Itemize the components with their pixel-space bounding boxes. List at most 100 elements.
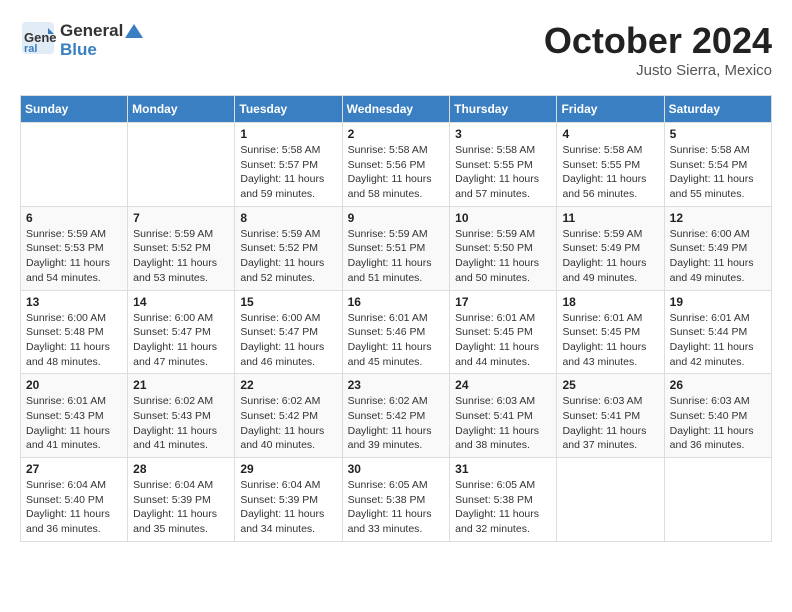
- calendar-cell: 20 Sunrise: 6:01 AM Sunset: 5:43 PM Dayli…: [21, 374, 128, 458]
- day-number: 4: [562, 127, 658, 141]
- day-number: 14: [133, 295, 229, 309]
- calendar-cell: 30 Sunrise: 6:05 AM Sunset: 5:38 PM Dayli…: [342, 458, 450, 542]
- day-number: 6: [26, 211, 122, 225]
- calendar-cell: 6 Sunrise: 5:59 AM Sunset: 5:53 PM Daylig…: [21, 206, 128, 290]
- day-number: 11: [562, 211, 658, 225]
- cell-sun-info: Sunrise: 6:05 AM Sunset: 5:38 PM Dayligh…: [348, 478, 445, 537]
- day-number: 9: [348, 211, 445, 225]
- calendar-cell: 13 Sunrise: 6:00 AM Sunset: 5:48 PM Dayli…: [21, 290, 128, 374]
- page-header: Gene ral General Blue October 2024 Justo…: [20, 20, 772, 79]
- calendar-table: SundayMondayTuesdayWednesdayThursdayFrid…: [20, 95, 772, 542]
- calendar-cell: [21, 123, 128, 207]
- calendar-cell: 11Sunrise: 5:59 AM Sunset: 5:49 PM Dayli…: [557, 206, 664, 290]
- day-number: 17: [455, 295, 551, 309]
- calendar-cell: [664, 458, 771, 542]
- day-number: 20: [26, 378, 122, 392]
- cell-sun-info: Sunrise: 6:03 AM Sunset: 5:41 PM Dayligh…: [455, 394, 551, 453]
- calendar-cell: 19Sunrise: 6:01 AM Sunset: 5:44 PM Dayli…: [664, 290, 771, 374]
- weekday-header-tuesday: Tuesday: [235, 96, 342, 123]
- day-number: 22: [240, 378, 336, 392]
- calendar-week-row: 20 Sunrise: 6:01 AM Sunset: 5:43 PM Dayli…: [21, 374, 772, 458]
- calendar-cell: 14 Sunrise: 6:00 AM Sunset: 5:47 PM Dayli…: [128, 290, 235, 374]
- calendar-cell: 16 Sunrise: 6:01 AM Sunset: 5:46 PM Dayli…: [342, 290, 450, 374]
- calendar-cell: 2 Sunrise: 5:58 AM Sunset: 5:56 PM Daylig…: [342, 123, 450, 207]
- calendar-cell: 29Sunrise: 6:04 AM Sunset: 5:39 PM Dayli…: [235, 458, 342, 542]
- day-number: 2: [348, 127, 445, 141]
- cell-sun-info: Sunrise: 5:59 AM Sunset: 5:53 PM Dayligh…: [26, 227, 122, 286]
- calendar-cell: 7 Sunrise: 5:59 AM Sunset: 5:52 PM Daylig…: [128, 206, 235, 290]
- calendar-cell: 26Sunrise: 6:03 AM Sunset: 5:40 PM Dayli…: [664, 374, 771, 458]
- cell-sun-info: Sunrise: 6:02 AM Sunset: 5:42 PM Dayligh…: [348, 394, 445, 453]
- cell-sun-info: Sunrise: 6:04 AM Sunset: 5:39 PM Dayligh…: [133, 478, 229, 537]
- cell-sun-info: Sunrise: 5:58 AM Sunset: 5:56 PM Dayligh…: [348, 143, 445, 202]
- logo-general-text: General: [60, 22, 123, 41]
- cell-sun-info: Sunrise: 5:59 AM Sunset: 5:52 PM Dayligh…: [133, 227, 229, 286]
- day-number: 21: [133, 378, 229, 392]
- day-number: 24: [455, 378, 551, 392]
- cell-sun-info: Sunrise: 6:00 AM Sunset: 5:49 PM Dayligh…: [670, 227, 766, 286]
- weekday-header-saturday: Saturday: [664, 96, 771, 123]
- cell-sun-info: Sunrise: 6:01 AM Sunset: 5:43 PM Dayligh…: [26, 394, 122, 453]
- calendar-cell: 1Sunrise: 5:58 AM Sunset: 5:57 PM Daylig…: [235, 123, 342, 207]
- day-number: 7: [133, 211, 229, 225]
- calendar-cell: 23 Sunrise: 6:02 AM Sunset: 5:42 PM Dayli…: [342, 374, 450, 458]
- calendar-week-row: 1Sunrise: 5:58 AM Sunset: 5:57 PM Daylig…: [21, 123, 772, 207]
- calendar-week-row: 13 Sunrise: 6:00 AM Sunset: 5:48 PM Dayli…: [21, 290, 772, 374]
- cell-sun-info: Sunrise: 5:58 AM Sunset: 5:55 PM Dayligh…: [455, 143, 551, 202]
- calendar-cell: 28Sunrise: 6:04 AM Sunset: 5:39 PM Dayli…: [128, 458, 235, 542]
- cell-sun-info: Sunrise: 6:02 AM Sunset: 5:42 PM Dayligh…: [240, 394, 336, 453]
- calendar-cell: 5Sunrise: 5:58 AM Sunset: 5:54 PM Daylig…: [664, 123, 771, 207]
- calendar-cell: 8 Sunrise: 5:59 AM Sunset: 5:52 PM Daylig…: [235, 206, 342, 290]
- calendar-cell: 25 Sunrise: 6:03 AM Sunset: 5:41 PM Dayli…: [557, 374, 664, 458]
- cell-sun-info: Sunrise: 6:03 AM Sunset: 5:41 PM Dayligh…: [562, 394, 658, 453]
- day-number: 29: [240, 462, 336, 476]
- cell-sun-info: Sunrise: 5:58 AM Sunset: 5:55 PM Dayligh…: [562, 143, 658, 202]
- day-number: 23: [348, 378, 445, 392]
- day-number: 13: [26, 295, 122, 309]
- day-number: 25: [562, 378, 658, 392]
- day-number: 15: [240, 295, 336, 309]
- calendar-cell: 9 Sunrise: 5:59 AM Sunset: 5:51 PM Daylig…: [342, 206, 450, 290]
- day-number: 3: [455, 127, 551, 141]
- calendar-week-row: 27 Sunrise: 6:04 AM Sunset: 5:40 PM Dayli…: [21, 458, 772, 542]
- day-number: 8: [240, 211, 336, 225]
- calendar-cell: [557, 458, 664, 542]
- cell-sun-info: Sunrise: 6:01 AM Sunset: 5:45 PM Dayligh…: [562, 311, 658, 370]
- calendar-location: Justo Sierra, Mexico: [544, 62, 772, 79]
- day-number: 16: [348, 295, 445, 309]
- day-number: 19: [670, 295, 766, 309]
- logo-blue-text: Blue: [60, 41, 143, 60]
- calendar-cell: 27 Sunrise: 6:04 AM Sunset: 5:40 PM Dayli…: [21, 458, 128, 542]
- weekday-header-wednesday: Wednesday: [342, 96, 450, 123]
- cell-sun-info: Sunrise: 6:01 AM Sunset: 5:45 PM Dayligh…: [455, 311, 551, 370]
- calendar-cell: 31Sunrise: 6:05 AM Sunset: 5:38 PM Dayli…: [450, 458, 557, 542]
- weekday-header-friday: Friday: [557, 96, 664, 123]
- calendar-cell: 3 Sunrise: 5:58 AM Sunset: 5:55 PM Daylig…: [450, 123, 557, 207]
- cell-sun-info: Sunrise: 6:00 AM Sunset: 5:48 PM Dayligh…: [26, 311, 122, 370]
- cell-sun-info: Sunrise: 6:01 AM Sunset: 5:46 PM Dayligh…: [348, 311, 445, 370]
- weekday-header-sunday: Sunday: [21, 96, 128, 123]
- calendar-cell: 21 Sunrise: 6:02 AM Sunset: 5:43 PM Dayli…: [128, 374, 235, 458]
- cell-sun-info: Sunrise: 6:02 AM Sunset: 5:43 PM Dayligh…: [133, 394, 229, 453]
- svg-text:ral: ral: [24, 43, 37, 55]
- day-number: 30: [348, 462, 445, 476]
- weekday-header-monday: Monday: [128, 96, 235, 123]
- cell-sun-info: Sunrise: 5:58 AM Sunset: 5:57 PM Dayligh…: [240, 143, 336, 202]
- day-number: 18: [562, 295, 658, 309]
- cell-sun-info: Sunrise: 5:59 AM Sunset: 5:51 PM Dayligh…: [348, 227, 445, 286]
- title-block: October 2024 Justo Sierra, Mexico: [544, 20, 772, 79]
- calendar-cell: 15Sunrise: 6:00 AM Sunset: 5:47 PM Dayli…: [235, 290, 342, 374]
- calendar-cell: 12 Sunrise: 6:00 AM Sunset: 5:49 PM Dayli…: [664, 206, 771, 290]
- weekday-header-thursday: Thursday: [450, 96, 557, 123]
- calendar-title: October 2024: [544, 20, 772, 62]
- cell-sun-info: Sunrise: 5:59 AM Sunset: 5:52 PM Dayligh…: [240, 227, 336, 286]
- cell-sun-info: Sunrise: 6:00 AM Sunset: 5:47 PM Dayligh…: [133, 311, 229, 370]
- day-number: 26: [670, 378, 766, 392]
- day-number: 12: [670, 211, 766, 225]
- calendar-cell: 18 Sunrise: 6:01 AM Sunset: 5:45 PM Dayli…: [557, 290, 664, 374]
- logo: Gene ral General Blue: [20, 20, 143, 61]
- cell-sun-info: Sunrise: 5:58 AM Sunset: 5:54 PM Dayligh…: [670, 143, 766, 202]
- day-number: 27: [26, 462, 122, 476]
- logo-mark: Gene ral: [20, 20, 56, 61]
- cell-sun-info: Sunrise: 6:04 AM Sunset: 5:40 PM Dayligh…: [26, 478, 122, 537]
